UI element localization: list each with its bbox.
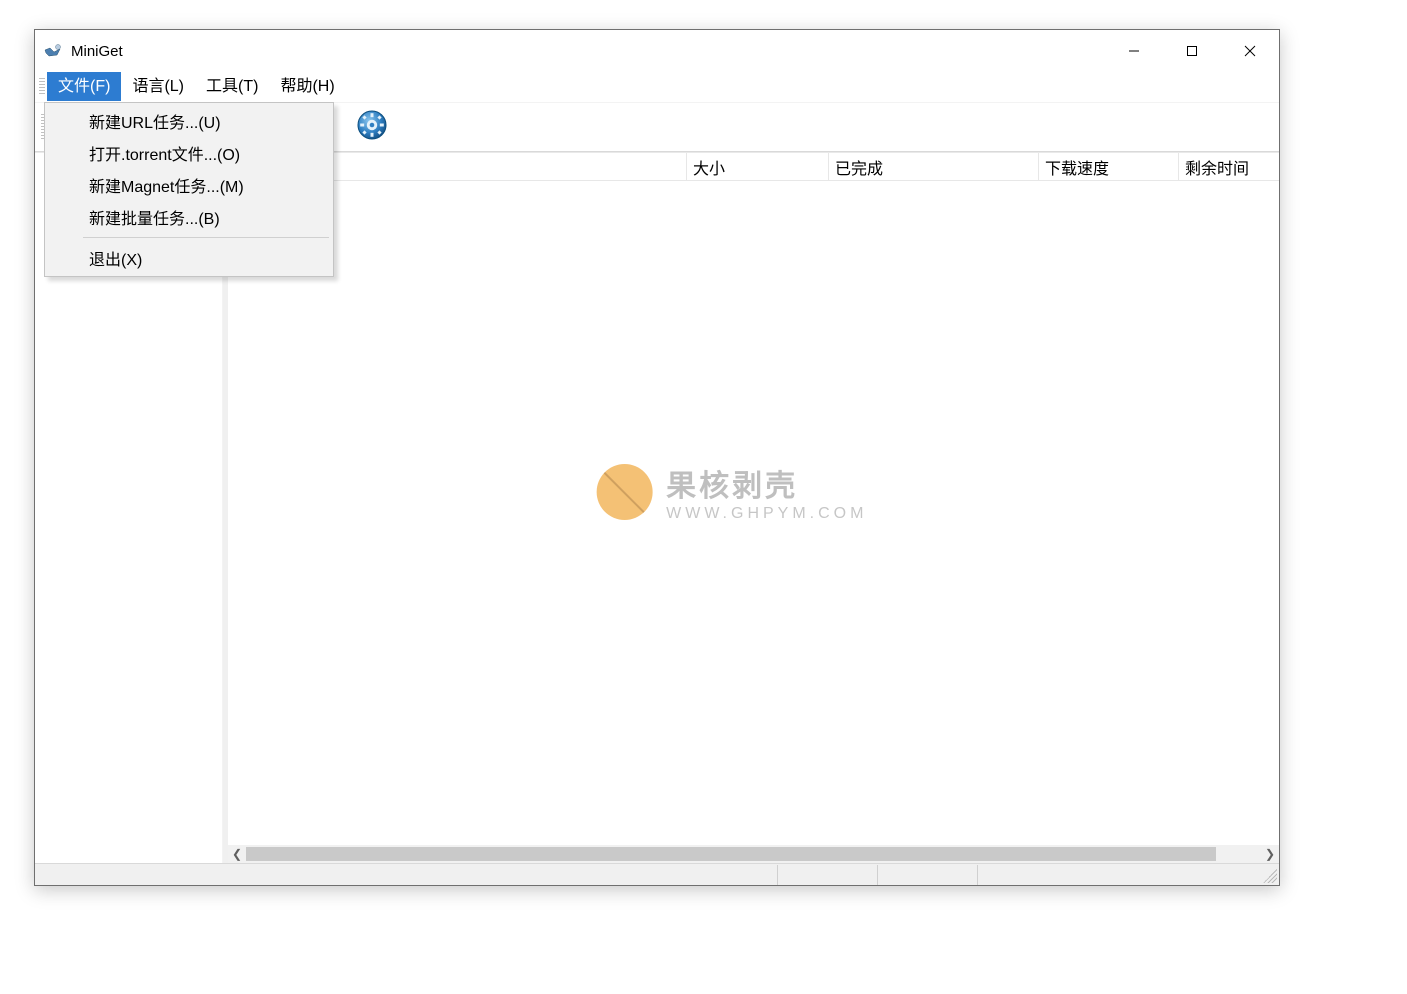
menu-file[interactable]: 文件(F) bbox=[47, 72, 121, 101]
menu-tools[interactable]: 工具(T) bbox=[195, 72, 269, 101]
status-segment-1 bbox=[777, 865, 877, 885]
dd-new-url-task[interactable]: 新建URL任务...(U) bbox=[47, 105, 331, 137]
column-download-speed[interactable]: 下载速度 bbox=[1039, 153, 1179, 180]
menubar-grip bbox=[39, 78, 45, 95]
dd-exit[interactable]: 退出(X) bbox=[47, 242, 331, 274]
settings-button[interactable] bbox=[351, 106, 393, 148]
minimize-button[interactable] bbox=[1105, 30, 1163, 72]
file-dropdown: 新建URL任务...(U) 打开.torrent文件...(O) 新建Magne… bbox=[44, 102, 334, 277]
app-title: MiniGet bbox=[71, 43, 123, 60]
menu-help[interactable]: 帮助(H) bbox=[269, 72, 345, 101]
statusbar bbox=[35, 863, 1279, 885]
scroll-left-arrow-icon[interactable]: ❮ bbox=[228, 845, 246, 863]
column-completed[interactable]: 已完成 bbox=[829, 153, 1039, 180]
app-icon bbox=[43, 41, 63, 61]
column-size[interactable]: 大小 bbox=[687, 153, 829, 180]
resize-grip-icon[interactable] bbox=[1263, 869, 1277, 883]
dd-open-torrent[interactable]: 打开.torrent文件...(O) bbox=[47, 137, 331, 169]
status-segment-2 bbox=[877, 865, 977, 885]
menu-language[interactable]: 语言(L) bbox=[121, 72, 195, 101]
app-window: MiniGet 文件(F) 语言(L) 工具(T) 帮助(H) 新建URL任务.… bbox=[34, 29, 1280, 886]
window-controls bbox=[1105, 30, 1279, 72]
titlebar: MiniGet bbox=[35, 30, 1279, 72]
column-remaining-time[interactable]: 剩余时间 bbox=[1179, 153, 1279, 180]
status-segment-3 bbox=[977, 865, 1263, 885]
list-body: 果核剥壳 WWW.GHPYM.COM bbox=[228, 181, 1279, 845]
dd-new-magnet-task[interactable]: 新建Magnet任务...(M) bbox=[47, 169, 331, 201]
close-button[interactable] bbox=[1221, 30, 1279, 72]
maximize-button[interactable] bbox=[1163, 30, 1221, 72]
scroll-thumb[interactable] bbox=[246, 847, 1216, 861]
watermark: 果核剥壳 WWW.GHPYM.COM bbox=[596, 461, 867, 523]
main-panel: 大小 已完成 下载速度 剩余时间 果核剥壳 WWW.GHPYM.COM ❮ ❯ bbox=[228, 153, 1279, 863]
column-headers: 大小 已完成 下载速度 剩余时间 bbox=[228, 153, 1279, 181]
watermark-subtitle: WWW.GHPYM.COM bbox=[666, 505, 867, 523]
watermark-logo-icon bbox=[596, 464, 652, 520]
watermark-title: 果核剥壳 bbox=[666, 461, 867, 505]
scroll-right-arrow-icon[interactable]: ❯ bbox=[1261, 845, 1279, 863]
horizontal-scrollbar[interactable]: ❮ ❯ bbox=[228, 845, 1279, 863]
dd-separator bbox=[83, 237, 329, 238]
gear-icon bbox=[356, 109, 388, 145]
menubar: 文件(F) 语言(L) 工具(T) 帮助(H) 新建URL任务...(U) 打开… bbox=[35, 72, 1279, 102]
dd-new-batch-task[interactable]: 新建批量任务...(B) bbox=[47, 201, 331, 233]
